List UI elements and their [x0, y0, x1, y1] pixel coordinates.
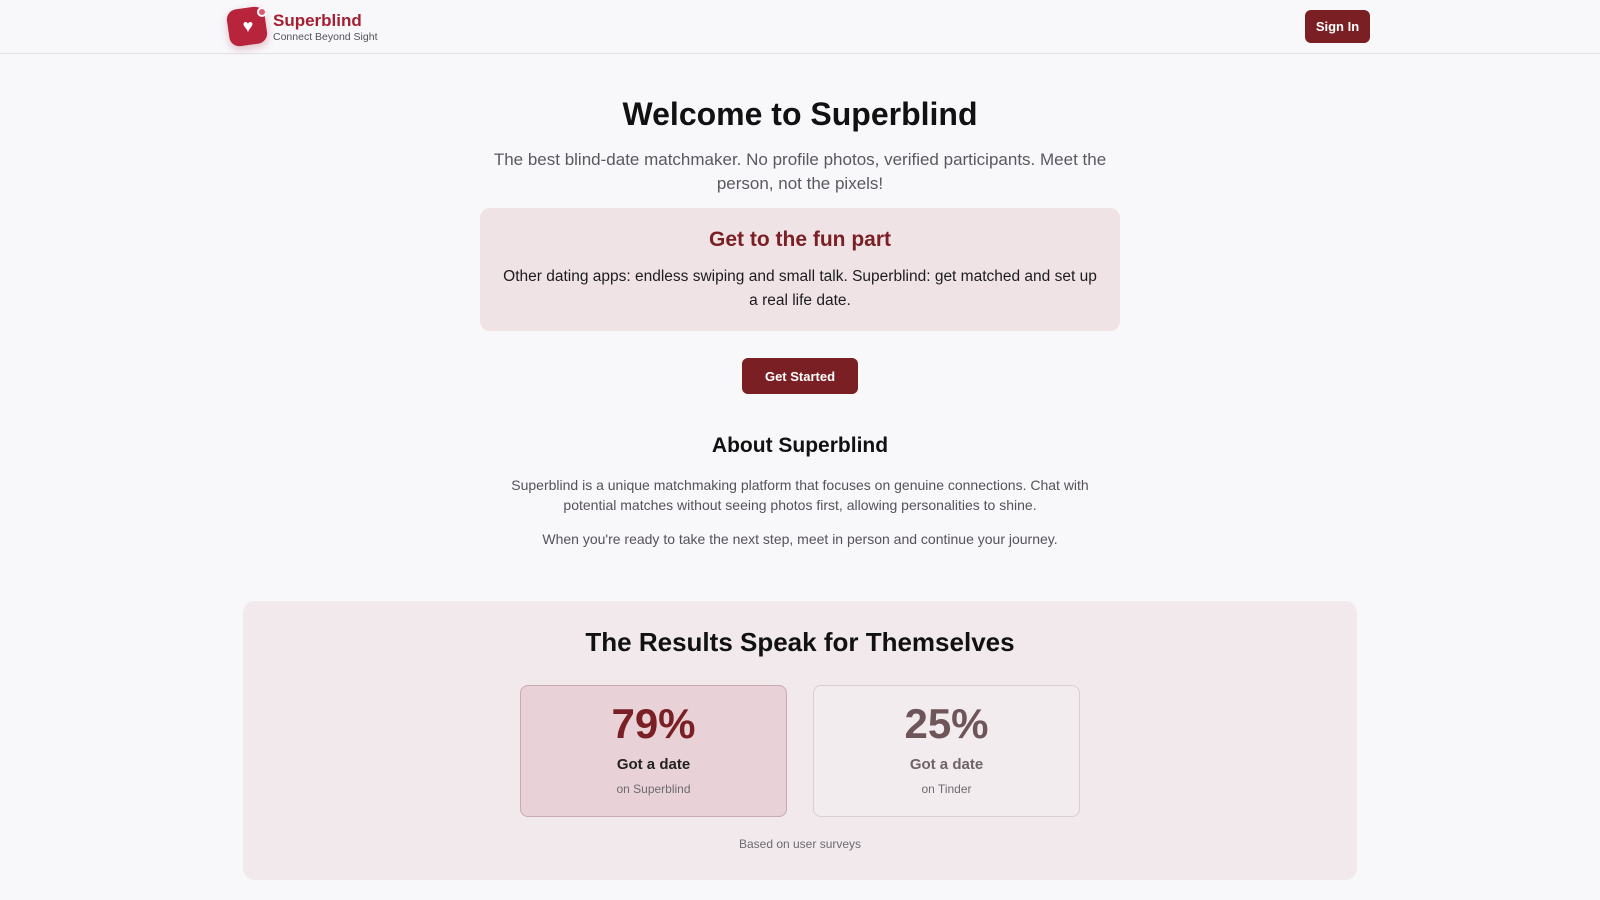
- about-paragraph-1: Superblind is a unique matchmaking platf…: [511, 477, 1089, 513]
- about-paragraph-2: When you're ready to take the next step,…: [542, 531, 1058, 547]
- stat-label: Got a date: [616, 756, 691, 773]
- sign-in-button[interactable]: Sign In: [1305, 10, 1370, 43]
- stat-value: 79%: [611, 700, 696, 747]
- logo-dot: [257, 7, 267, 17]
- stat-label: Got a date: [909, 756, 984, 773]
- site-header: ♥ Superblind Connect Beyond Sight Sign I…: [0, 0, 1600, 54]
- stat-card-tinder: 25% Got a date on Tinder: [813, 685, 1080, 817]
- hero-subtitle: The best blind-date matchmaker. No profi…: [493, 150, 1107, 193]
- results-title: The Results Speak for Themselves: [585, 627, 1015, 657]
- heart-icon: ♥: [242, 16, 254, 36]
- stat-source: on Superblind: [616, 782, 691, 796]
- stat-value: 25%: [904, 700, 989, 747]
- stat-source: on Tinder: [921, 782, 972, 796]
- page-title: Welcome to Superblind: [622, 96, 978, 132]
- results-note: Based on user surveys: [738, 837, 862, 851]
- callout-text: Other dating apps: endless swiping and s…: [503, 268, 1097, 309]
- results-section: The Results Speak for Themselves 79% Got…: [243, 601, 1357, 880]
- get-started-button[interactable]: Get Started: [742, 358, 858, 394]
- callout-box: Get to the fun part Other dating apps: e…: [480, 208, 1120, 331]
- stat-card-superblind: 79% Got a date on Superblind: [520, 685, 787, 817]
- about-title: About Superblind: [711, 434, 889, 457]
- callout-title: Get to the fun part: [709, 228, 891, 251]
- brand-name[interactable]: Superblind: [273, 11, 362, 31]
- brand-tagline: Connect Beyond Sight: [273, 31, 378, 43]
